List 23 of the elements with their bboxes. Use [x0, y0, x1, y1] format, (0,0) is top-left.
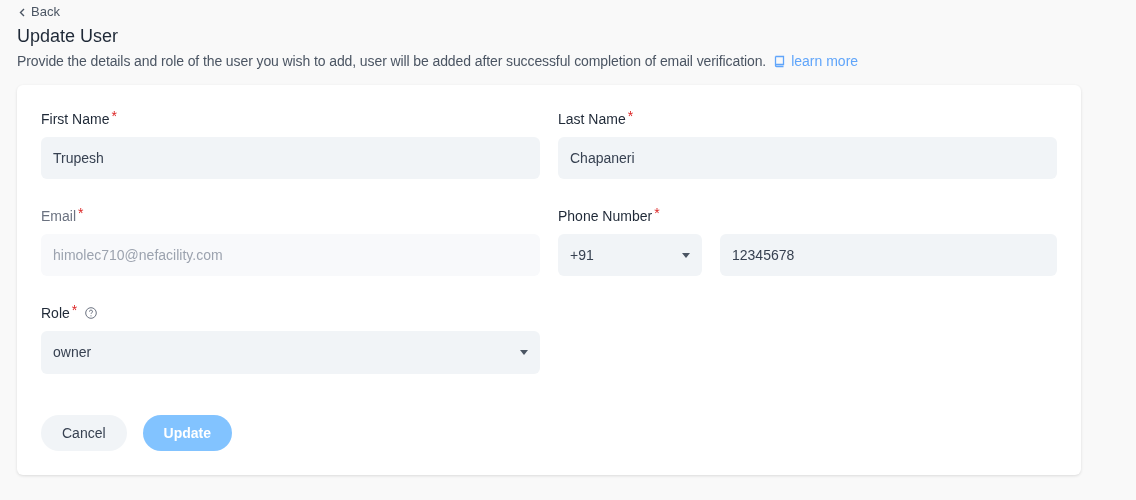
caret-icon — [520, 350, 528, 355]
role-select[interactable]: owner — [41, 331, 540, 374]
required-asterisk: * — [111, 106, 117, 126]
field-label: Last Name — [558, 109, 626, 129]
field-label: Phone Number — [558, 206, 653, 226]
field-label: Role — [41, 303, 70, 323]
text-field[interactable]: Chapaneri — [558, 137, 1057, 179]
description-text: Provide the details and role of the user you wish to add, user will be added after successful completion of email verification. — [17, 52, 767, 71]
back-link[interactable]: Back — [19, 3, 60, 21]
required-asterisk: * — [71, 300, 78, 320]
required-asterisk: * — [654, 203, 660, 223]
field-label: Email — [41, 206, 76, 226]
chevron-left-icon — [19, 7, 25, 17]
country-code-select[interactable]: +91 — [558, 234, 702, 276]
caret-icon — [682, 252, 690, 258]
text-field[interactable]: Trupesh — [41, 137, 540, 179]
required-asterisk: * — [627, 106, 634, 126]
phone-field[interactable]: 12345678 — [720, 234, 1057, 276]
field-label: First Name — [41, 109, 110, 129]
page-title: Update User — [17, 25, 120, 47]
book-icon — [774, 54, 786, 68]
cancel-button[interactable]: Cancel — [41, 415, 127, 451]
required-asterisk: * — [78, 203, 84, 223]
